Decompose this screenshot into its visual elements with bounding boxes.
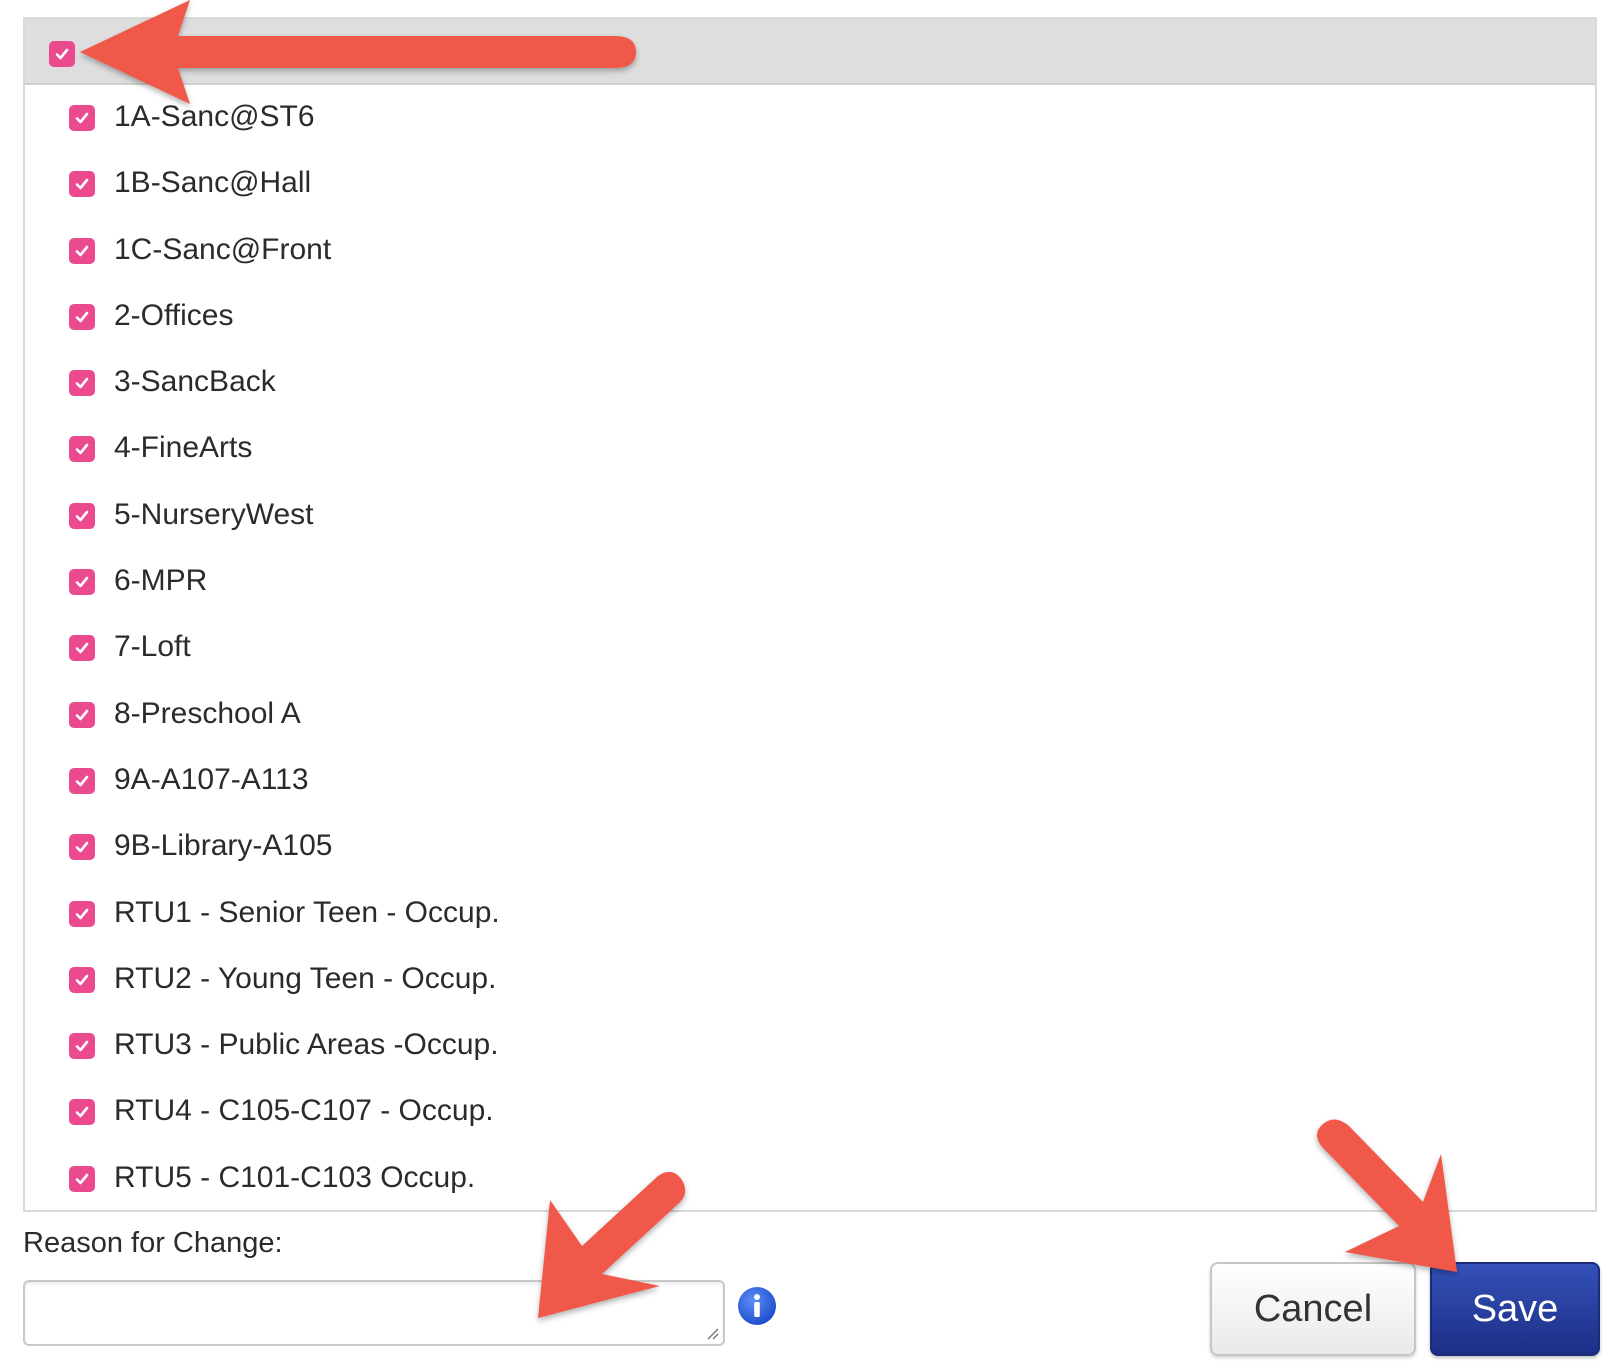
checkmark-icon — [75, 908, 89, 919]
checkmark-icon — [75, 974, 89, 986]
zone-label[interactable]: 3-SancBack — [114, 364, 276, 400]
zone-checkbox[interactable] — [69, 635, 95, 662]
zone-checkbox[interactable] — [69, 966, 95, 993]
zone-row: 1B-Sanc@Hall — [25, 151, 1595, 217]
zone-checkbox[interactable] — [69, 701, 95, 728]
zone-checkbox[interactable] — [69, 900, 95, 927]
zone-label[interactable]: RTU1 - Senior Teen - Occup. — [114, 895, 500, 931]
zone-label[interactable]: 9A-A107-A113 — [114, 762, 309, 798]
checkmark-icon — [75, 311, 89, 323]
select-all-header — [25, 19, 1595, 85]
zone-label[interactable]: 1A-Sanc@ST6 — [114, 99, 315, 135]
zone-label[interactable]: RTU5 - C101-C103 Occup. — [114, 1160, 475, 1196]
zone-label[interactable]: 6-MPR — [114, 563, 207, 599]
zone-row: 7-Loft — [25, 615, 1595, 681]
zone-label[interactable]: 9B-Library-A105 — [114, 828, 332, 864]
zone-row: 1C-Sanc@Front — [25, 218, 1595, 284]
zone-checkbox[interactable] — [69, 105, 95, 131]
resize-grip-icon[interactable] — [705, 1326, 719, 1340]
zone-checkbox[interactable] — [69, 237, 95, 264]
page: { "zones": { "select_all_checked": true,… — [0, 0, 1622, 1370]
zone-row: RTU1 - Senior Teen - Occup. — [25, 881, 1595, 947]
reason-label: Reason for Change: — [23, 1227, 283, 1259]
zone-checkbox[interactable] — [69, 171, 95, 198]
zone-row: 2-Offices — [25, 284, 1595, 350]
zone-checkbox[interactable] — [69, 767, 95, 794]
zone-checkbox[interactable] — [69, 1033, 95, 1060]
checkmark-icon — [75, 245, 89, 256]
zone-checkbox[interactable] — [69, 303, 95, 330]
zone-label[interactable]: RTU2 - Young Teen - Occup. — [114, 961, 496, 997]
checkmark-icon — [75, 709, 89, 720]
select-all-checkbox[interactable] — [49, 41, 75, 67]
checkmark-icon — [75, 1040, 89, 1052]
zone-label[interactable]: 1C-Sanc@Front — [114, 232, 331, 268]
checkmark-icon — [75, 576, 89, 588]
zone-row: 3-SancBack — [25, 350, 1595, 416]
zone-checkbox[interactable] — [69, 1099, 95, 1126]
zone-row: RTU2 - Young Teen - Occup. — [25, 947, 1595, 1013]
zone-checkbox[interactable] — [69, 370, 95, 397]
zone-label[interactable]: 4-FineArts — [114, 430, 252, 466]
zone-label[interactable]: RTU4 - C105-C107 - Occup. — [114, 1093, 494, 1129]
zone-label[interactable]: RTU3 - Public Areas -Occup. — [114, 1027, 499, 1063]
zone-checkbox[interactable] — [69, 834, 95, 861]
checkmark-icon — [75, 643, 89, 654]
checkmark-icon — [75, 1107, 89, 1118]
zone-checkbox-list: 1A-Sanc@ST6 1B-Sanc@Hall 1C-Sanc@Front 2-Of… — [25, 85, 1595, 1210]
checkmark-icon — [75, 112, 89, 124]
zone-label[interactable]: 7-Loft — [114, 629, 191, 665]
zone-checkbox[interactable] — [69, 436, 95, 463]
zone-row: 5-NurseryWest — [25, 483, 1595, 549]
zone-checkbox[interactable] — [69, 569, 95, 596]
zone-row: RTU5 - C101-C103 Occup. — [25, 1146, 1595, 1210]
zone-row: RTU4 - C105-C107 - Occup. — [25, 1079, 1595, 1145]
zone-checkbox[interactable] — [69, 1165, 95, 1192]
zone-row: 1A-Sanc@ST6 — [25, 85, 1595, 151]
zone-label[interactable]: 1B-Sanc@Hall — [114, 165, 311, 201]
zone-row: 9A-A107-A113 — [25, 748, 1595, 814]
zone-row: 6-MPR — [25, 549, 1595, 615]
zone-label[interactable]: 8-Preschool A — [114, 696, 301, 732]
checkmark-icon — [75, 775, 89, 787]
checkmark-icon — [75, 377, 89, 389]
info-icon[interactable] — [737, 1286, 777, 1326]
checkmark-icon — [75, 178, 89, 190]
zone-row: 4-FineArts — [25, 416, 1595, 482]
zone-list-panel: 1A-Sanc@ST6 1B-Sanc@Hall 1C-Sanc@Front 2-Of… — [23, 17, 1597, 1212]
zone-label[interactable]: 2-Offices — [114, 298, 234, 334]
checkmark-icon — [75, 444, 89, 455]
zone-checkbox[interactable] — [69, 502, 95, 529]
checkmark-icon — [75, 841, 89, 853]
zone-row: 9B-Library-A105 — [25, 814, 1595, 880]
cancel-button[interactable]: Cancel — [1210, 1262, 1416, 1356]
zone-label[interactable]: 5-NurseryWest — [114, 497, 313, 533]
save-button[interactable]: Save — [1430, 1262, 1600, 1356]
checkmark-icon — [75, 510, 89, 522]
checkmark-icon — [55, 48, 69, 60]
zone-row: 8-Preschool A — [25, 682, 1595, 748]
reason-textarea[interactable] — [23, 1280, 725, 1346]
checkmark-icon — [75, 1173, 89, 1185]
zone-row: RTU3 - Public Areas -Occup. — [25, 1013, 1595, 1079]
